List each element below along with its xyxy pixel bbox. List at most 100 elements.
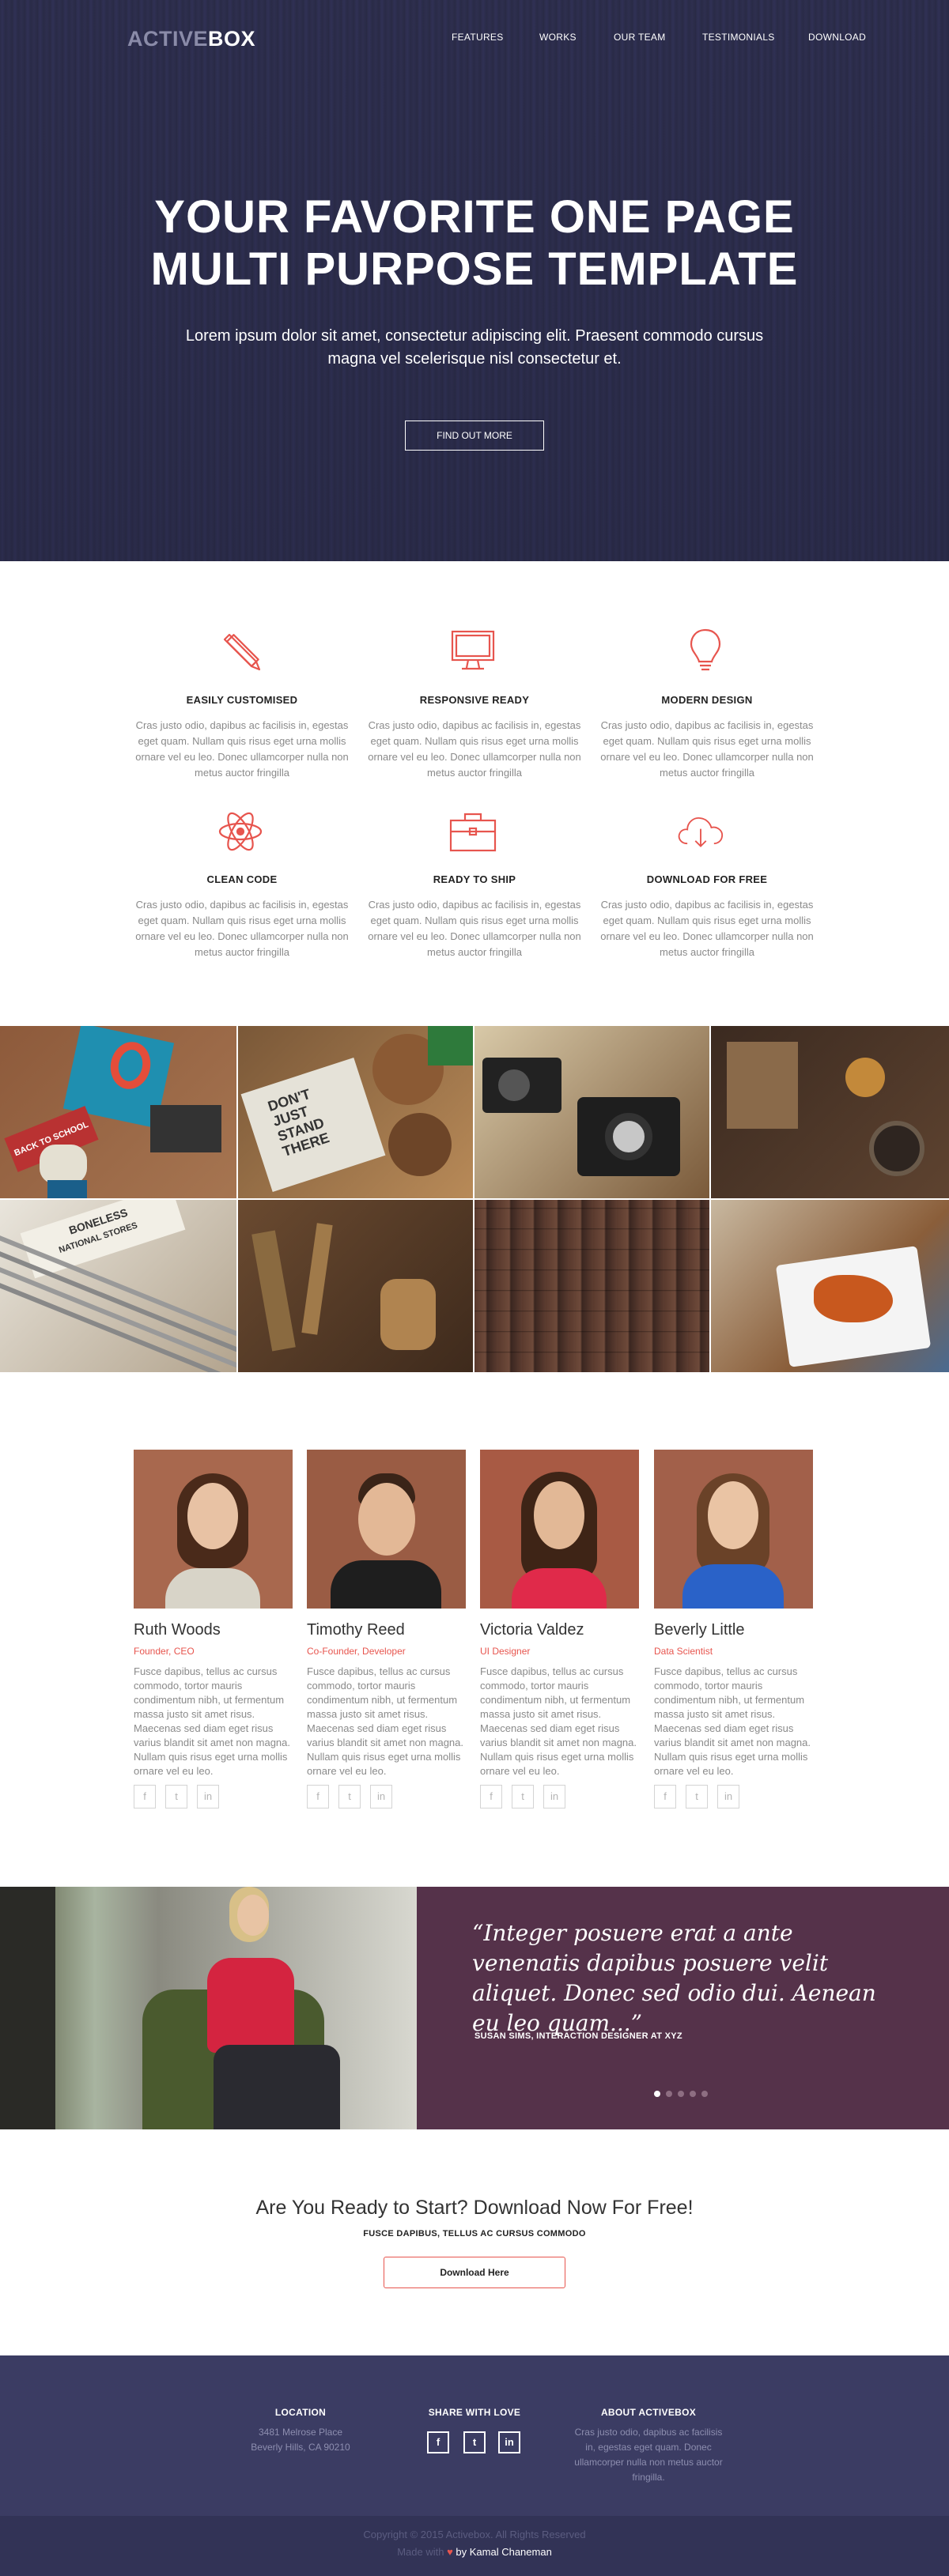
testimonial-panel: “Integer posuere erat a ante venenatis d… bbox=[417, 1887, 949, 2129]
cta-subtitle: FUSCE DAPIBUS, TELLUS AC CURSUS COMMODO bbox=[363, 2229, 586, 2238]
feature-desc: Cras justo odio, dapibus ac facilisis in… bbox=[135, 899, 349, 958]
copyright: Copyright © 2015 Activebox. All Rights R… bbox=[363, 2529, 586, 2540]
member-bio: Fusce dapibus, tellus ac cursus commodo,… bbox=[307, 1665, 463, 1777]
hero-title: YOUR FAVORITE ONE PAGE MULTI PURPOSE TEMP… bbox=[150, 191, 799, 295]
footer-about-title: ABOUT ACTIVEBOX bbox=[600, 2407, 697, 2418]
label-box: BONELESS NATIONAL STORES bbox=[20, 1200, 186, 1279]
feature-title: RESPONSIVE READY bbox=[419, 694, 530, 706]
member-name: Ruth Woods bbox=[134, 1621, 221, 1639]
footer-share-title: SHARE WITH LOVE bbox=[428, 2407, 521, 2418]
poster-book: DON'T JUST STAND THERE bbox=[240, 1058, 386, 1192]
slider-dot[interactable] bbox=[701, 2091, 708, 2097]
facebook-icon[interactable]: f bbox=[307, 1785, 329, 1808]
gallery-image-letterpress[interactable] bbox=[475, 1200, 709, 1372]
twitter-icon[interactable]: t bbox=[463, 2431, 486, 2453]
team-photo bbox=[654, 1450, 813, 1609]
member-bio: Fusce dapibus, tellus ac cursus commodo,… bbox=[134, 1665, 290, 1777]
hero-section: ACTIVEBOX FEATURES WORKS OUR TEAM TESTIM… bbox=[0, 0, 949, 561]
made-with: Made with ♥ by Kamal Chaneman bbox=[397, 2546, 552, 2558]
member-name: Victoria Valdez bbox=[480, 1621, 584, 1639]
feature-title: EASILY CUSTOMISED bbox=[186, 694, 298, 706]
logo[interactable]: ACTIVEBOX bbox=[127, 27, 255, 51]
feature-desc: Cras justo odio, dapibus ac facilisis in… bbox=[368, 899, 581, 958]
feature-desc: Cras justo odio, dapibus ac facilisis in… bbox=[135, 719, 349, 779]
facebook-icon[interactable]: f bbox=[480, 1785, 502, 1808]
ampersand-block bbox=[40, 1145, 87, 1184]
testimonial-photo bbox=[0, 1887, 417, 2129]
red-top bbox=[207, 1958, 294, 2053]
twitter-icon[interactable]: t bbox=[686, 1785, 708, 1808]
nav-testimonials[interactable]: TESTIMONIALS bbox=[702, 32, 775, 43]
wood-board bbox=[727, 1042, 798, 1129]
feature-desc: Cras justo odio, dapibus ac facilisis in… bbox=[600, 719, 814, 779]
lightbulb-icon bbox=[690, 628, 721, 671]
gallery-image-pencils[interactable]: BONELESS NATIONAL STORES bbox=[0, 1200, 236, 1372]
feature-desc: Cras justo odio, dapibus ac facilisis in… bbox=[368, 719, 581, 779]
footer: LOCATION 3481 Melrose Place Beverly Hills… bbox=[0, 2355, 949, 2516]
linkedin-icon[interactable]: in bbox=[543, 1785, 565, 1808]
linkedin-icon[interactable]: in bbox=[498, 2431, 520, 2453]
member-role: Co-Founder, Developer bbox=[307, 1646, 406, 1657]
footer-bottom: Copyright © 2015 Activebox. All Rights R… bbox=[0, 2516, 949, 2576]
nav-works[interactable]: WORKS bbox=[539, 32, 577, 43]
gallery-image-desk-stationery[interactable]: BACK TO SCHOOL bbox=[0, 1026, 236, 1198]
member-bio: Fusce dapibus, tellus ac cursus commodo,… bbox=[654, 1665, 811, 1777]
member-role: Founder, CEO bbox=[134, 1646, 195, 1657]
download-here-button[interactable]: Download Here bbox=[384, 2257, 565, 2288]
hero-subtitle: Lorem ipsum dolor sit amet, consectetur … bbox=[185, 327, 764, 368]
testimonial-author: SUSAN SIMS, INTERACTION DESIGNER AT XYZ bbox=[475, 2031, 682, 2041]
gallery-image-dont-just-stand-there[interactable]: DON'T JUST STAND THERE bbox=[238, 1026, 473, 1198]
testimonial-quote: “Integer posuere erat a ante venenatis d… bbox=[472, 1920, 876, 2036]
cta-title: Are You Ready to Start? Download Now For… bbox=[255, 2197, 694, 2219]
notebook-shape bbox=[47, 1180, 87, 1198]
camera-shape bbox=[150, 1105, 221, 1152]
feature-title: READY TO SHIP bbox=[433, 873, 516, 885]
feature-title: MODERN DESIGN bbox=[661, 694, 753, 706]
gallery-image-vintage-camera[interactable] bbox=[475, 1026, 709, 1198]
linkedin-icon[interactable]: in bbox=[717, 1785, 739, 1808]
camera-lens bbox=[498, 1069, 530, 1101]
twitter-icon[interactable]: t bbox=[338, 1785, 361, 1808]
bowl bbox=[869, 1121, 924, 1176]
twitter-icon[interactable]: t bbox=[512, 1785, 534, 1808]
member-role: Data Scientist bbox=[654, 1646, 713, 1657]
slider-dot-active[interactable] bbox=[654, 2091, 660, 2097]
slider-dot[interactable] bbox=[690, 2091, 696, 2097]
wood-coaster bbox=[388, 1113, 452, 1176]
team-photo bbox=[307, 1450, 466, 1609]
monitor-icon bbox=[451, 630, 495, 670]
nav-download[interactable]: DOWNLOAD bbox=[808, 32, 866, 43]
find-out-more-button[interactable]: FIND OUT MORE bbox=[405, 421, 544, 451]
gallery-image-coffee-table[interactable] bbox=[711, 1026, 949, 1198]
twitter-icon[interactable]: t bbox=[165, 1785, 187, 1808]
nav-our-team[interactable]: OUR TEAM bbox=[614, 32, 666, 43]
atom-icon bbox=[218, 812, 263, 851]
member-name: Timothy Reed bbox=[307, 1621, 405, 1639]
gallery-image-tools[interactable] bbox=[238, 1200, 473, 1372]
nav-features[interactable]: FEATURES bbox=[452, 32, 504, 43]
team-photo bbox=[480, 1450, 639, 1609]
feature-title: CLEAN CODE bbox=[206, 873, 278, 885]
member-name: Beverly Little bbox=[654, 1621, 745, 1639]
green-object bbox=[428, 1026, 473, 1065]
heart-icon: ♥ bbox=[447, 2546, 453, 2558]
slider-dot[interactable] bbox=[678, 2091, 684, 2097]
slider-dot[interactable] bbox=[666, 2091, 672, 2097]
pencil-ruler-icon bbox=[223, 633, 261, 671]
camera-lens bbox=[605, 1113, 652, 1160]
footer-about-text: Cras justo odio, dapibus ac facilisis in… bbox=[574, 2427, 723, 2483]
facebook-icon[interactable]: f bbox=[427, 2431, 449, 2453]
member-bio: Fusce dapibus, tellus ac cursus commodo,… bbox=[480, 1665, 637, 1777]
facebook-icon[interactable]: f bbox=[134, 1785, 156, 1808]
feature-title: DOWNLOAD FOR FREE bbox=[646, 873, 768, 885]
author-link[interactable]: by Kamal Chaneman bbox=[456, 2546, 551, 2558]
cloud-download-icon bbox=[678, 817, 724, 847]
footer-address: 3481 Melrose Place Beverly Hills, CA 9021… bbox=[251, 2427, 350, 2453]
linkedin-icon[interactable]: in bbox=[197, 1785, 219, 1808]
glove bbox=[380, 1279, 436, 1350]
cup bbox=[845, 1058, 885, 1097]
linkedin-icon[interactable]: in bbox=[370, 1785, 392, 1808]
facebook-icon[interactable]: f bbox=[654, 1785, 676, 1808]
gallery-image-food-plate[interactable] bbox=[711, 1200, 949, 1372]
team-photo bbox=[134, 1450, 293, 1609]
